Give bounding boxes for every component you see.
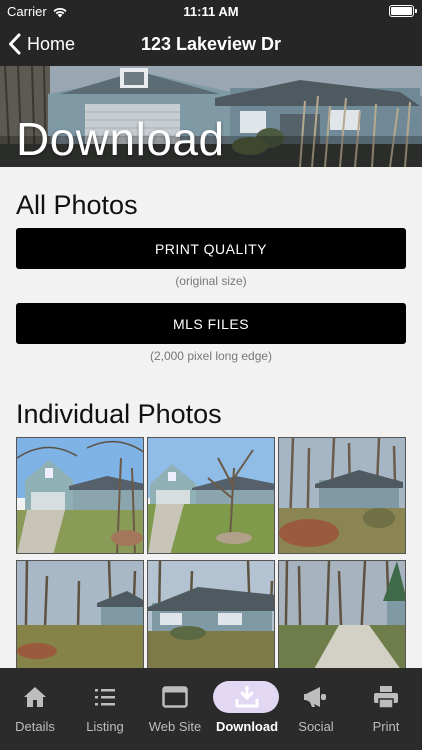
- photo-thumbnail[interactable]: [16, 560, 144, 677]
- tab-download[interactable]: Download: [212, 668, 282, 738]
- home-icon: [23, 684, 47, 710]
- photo-thumbnail[interactable]: [278, 437, 406, 554]
- tab-label: Download: [215, 719, 279, 734]
- tab-listing[interactable]: Listing: [70, 668, 140, 738]
- tab-bar: Details Listing Web Site Download Social…: [0, 668, 422, 750]
- tab-social[interactable]: Social: [281, 668, 351, 738]
- print-quality-button[interactable]: PRINT QUALITY: [16, 228, 406, 269]
- back-label: Home: [27, 33, 76, 54]
- navigation-bar: Home 123 Lakeview Dr: [0, 22, 422, 66]
- mls-files-button[interactable]: MLS FILES: [16, 303, 406, 344]
- all-photos-heading: All Photos: [16, 190, 138, 220]
- clock: 11:11 AM: [183, 4, 239, 19]
- download-icon: [235, 684, 259, 710]
- mls-files-note: (2,000 pixel long edge): [149, 349, 273, 363]
- tab-label: Print: [372, 719, 400, 734]
- printer-icon: [373, 684, 399, 710]
- megaphone-icon: [303, 684, 329, 710]
- photo-thumbnail[interactable]: [16, 437, 144, 554]
- chevron-left-icon: [9, 33, 21, 55]
- individual-photos-heading: Individual Photos: [16, 399, 222, 429]
- battery-icon: [389, 5, 417, 17]
- photo-thumbnail[interactable]: [147, 560, 275, 677]
- back-button[interactable]: Home: [8, 22, 75, 66]
- tab-web-site[interactable]: Web Site: [140, 668, 210, 738]
- tab-details[interactable]: Details: [0, 668, 70, 738]
- hero-title: Download: [16, 113, 225, 165]
- status-bar: Carrier 11:11 AM: [0, 0, 422, 22]
- photo-thumbnail[interactable]: [147, 437, 275, 554]
- tab-print[interactable]: Print: [351, 668, 421, 738]
- tab-label: Web Site: [148, 719, 202, 734]
- photo-thumbnail[interactable]: [278, 560, 406, 677]
- tab-label: Details: [15, 719, 55, 734]
- tab-label: Social: [298, 719, 334, 734]
- browser-icon: [162, 684, 188, 710]
- list-icon: [94, 684, 116, 710]
- print-quality-note: (original size): [175, 274, 247, 288]
- hero-banner: Download: [0, 66, 422, 167]
- tab-label: Listing: [86, 719, 124, 734]
